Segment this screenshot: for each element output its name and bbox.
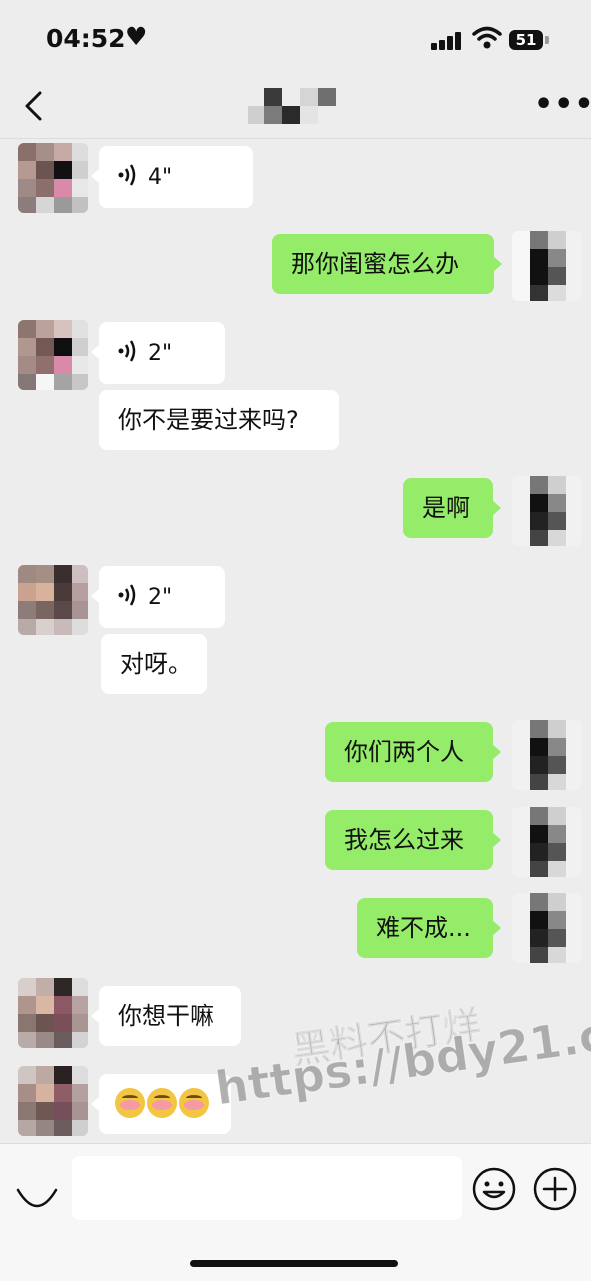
home-indicator[interactable]	[190, 1260, 398, 1267]
received-message-bubble[interactable]: 对呀。	[101, 634, 207, 694]
voice-message-bubble[interactable]: 4"	[91, 146, 253, 208]
voice-message-bubble[interactable]: 2"	[91, 322, 225, 384]
header-divider	[0, 138, 591, 139]
my-avatar[interactable]	[512, 720, 582, 790]
emoji-smile-icon[interactable]	[471, 1166, 517, 1212]
battery-icon: 51	[509, 30, 543, 50]
sent-message-bubble[interactable]: 那你闺蜜怎么办	[272, 234, 502, 294]
message-text-input[interactable]	[72, 1156, 462, 1220]
my-avatar[interactable]	[512, 231, 582, 301]
my-avatar[interactable]	[512, 807, 582, 877]
contact-avatar[interactable]	[18, 1066, 88, 1136]
voice-wave-icon	[118, 584, 136, 606]
contact-avatar[interactable]	[18, 143, 88, 213]
face-with-hand-over-mouth-icon	[179, 1088, 209, 1118]
voice-input-icon[interactable]	[14, 1166, 60, 1212]
cellular-signal-icon	[431, 32, 465, 50]
contact-avatar[interactable]	[18, 978, 88, 1048]
my-avatar[interactable]	[512, 476, 582, 546]
my-avatar[interactable]	[512, 893, 582, 963]
sent-message-bubble[interactable]: 我怎么过来	[325, 810, 501, 870]
received-message-bubble[interactable]: 你想干嘛	[91, 986, 241, 1046]
battery-level: 51	[515, 31, 537, 49]
sent-message-bubble[interactable]: 难不成...	[357, 898, 501, 958]
voice-wave-icon	[118, 164, 136, 186]
contact-avatar[interactable]	[18, 320, 88, 390]
voice-duration: 2"	[148, 585, 173, 610]
chat-header: •••	[0, 80, 591, 138]
face-with-hand-over-mouth-icon	[147, 1088, 177, 1118]
status-bar: 04:52 ♥ 51	[0, 0, 591, 80]
sent-message-bubble[interactable]: 你们两个人	[325, 722, 501, 782]
voice-duration: 4"	[148, 165, 173, 190]
status-time: 04:52	[46, 24, 126, 53]
back-chevron-icon[interactable]	[22, 90, 46, 122]
emoji-message-bubble[interactable]	[91, 1074, 231, 1134]
sent-message-bubble[interactable]: 是啊	[403, 478, 501, 538]
plus-icon[interactable]	[532, 1166, 578, 1212]
wifi-icon	[472, 26, 502, 49]
more-options-button[interactable]: •••	[534, 90, 591, 120]
message-input-bar	[0, 1143, 591, 1281]
received-message-bubble[interactable]: 你不是要过来吗?	[99, 390, 339, 450]
heart-icon: ♥	[125, 22, 148, 51]
contact-avatar[interactable]	[18, 565, 88, 635]
face-with-hand-over-mouth-icon	[115, 1088, 145, 1118]
voice-duration: 2"	[148, 341, 173, 366]
voice-message-bubble[interactable]: 2"	[91, 566, 225, 628]
contact-name-blurred	[248, 88, 336, 124]
battery-cap	[545, 36, 549, 44]
voice-wave-icon	[118, 340, 136, 362]
